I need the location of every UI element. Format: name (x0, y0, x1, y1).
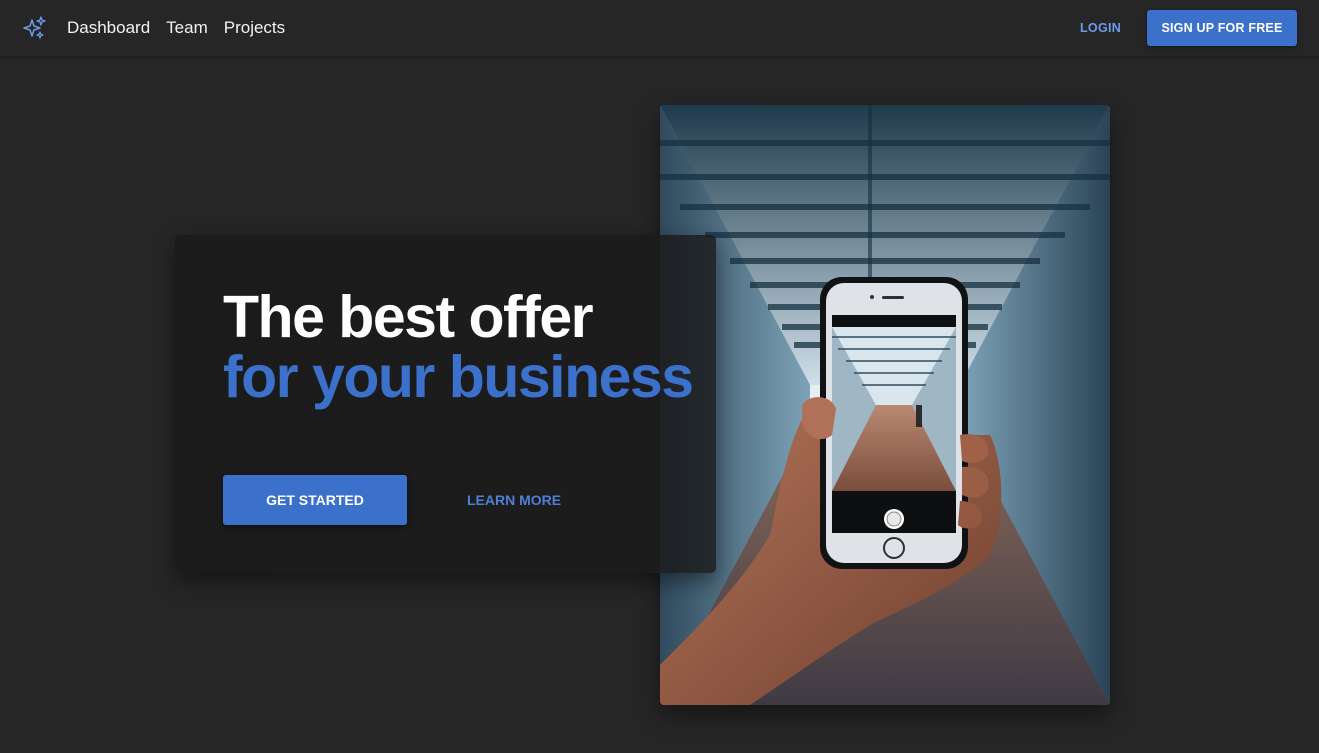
headline-line-1: The best offer (223, 284, 594, 350)
nav-link-dashboard[interactable]: Dashboard (67, 17, 150, 39)
main-nav: Dashboard Team Projects (67, 17, 285, 39)
hero-photo (660, 105, 1110, 705)
get-started-button[interactable]: GET STARTED (223, 475, 407, 525)
nav-link-projects[interactable]: Projects (224, 17, 285, 39)
top-navbar: Dashboard Team Projects LOGIN SIGN UP FO… (0, 0, 1319, 57)
headline-line-2: for your business (223, 344, 694, 410)
sparkles-icon[interactable] (22, 15, 48, 41)
hero-card: The best offer for your business GET STA… (175, 235, 716, 573)
signup-button[interactable]: SIGN UP FOR FREE (1147, 10, 1297, 46)
nav-link-team[interactable]: Team (166, 17, 208, 39)
hero-headline: The best offer for your business (223, 284, 694, 410)
login-link[interactable]: LOGIN (1080, 21, 1121, 35)
learn-more-link[interactable]: LEARN MORE (467, 492, 561, 508)
